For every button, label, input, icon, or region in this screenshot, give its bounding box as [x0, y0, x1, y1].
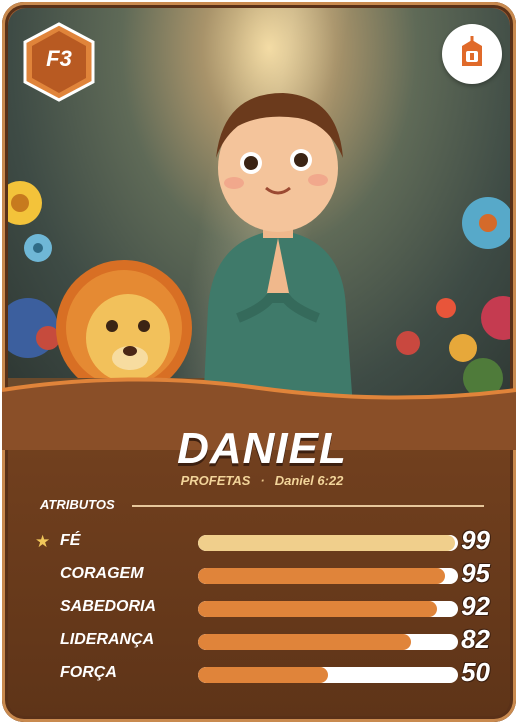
attribute-bar — [198, 568, 458, 584]
character-category: PROFETAS — [180, 473, 251, 488]
character-card[interactable]: F3 DANIEL PROFETAS · Daniel 6:22 ATRIBUTOS… — [2, 2, 516, 722]
attribute-label: LIDERANÇA — [60, 631, 155, 648]
attribute-row-fe: ★ FÉ 99 — [2, 525, 516, 560]
attribute-row-sabedoria: SABEDORIA 92 — [2, 591, 516, 626]
bible-reference: Daniel 6:22 — [274, 473, 344, 488]
attribute-label: FORÇA — [60, 664, 117, 681]
attribute-value: 50 — [461, 657, 490, 687]
attribute-row-lideranca: LIDERANÇA 82 — [2, 624, 516, 659]
attribute-label: FÉ — [60, 532, 81, 549]
attribute-bar — [198, 535, 458, 551]
attribute-bar-fill — [198, 667, 328, 683]
subtitle-separator: · — [260, 473, 265, 488]
daniel-illustration — [203, 93, 353, 408]
attributes-heading: ATRIBUTOS — [40, 497, 115, 512]
attribute-label: CORAGEM — [60, 565, 144, 582]
rarity-badge-label: F3 — [46, 46, 72, 71]
attribute-bar — [198, 601, 458, 617]
star-icon: ★ — [35, 532, 51, 551]
attribute-bar — [198, 667, 458, 683]
attribute-bar-fill — [198, 535, 456, 551]
attribute-value: 92 — [461, 591, 490, 621]
attribute-value: 82 — [461, 624, 490, 654]
attribute-bar-fill — [198, 634, 412, 650]
emblem-button[interactable] — [442, 24, 502, 84]
attribute-bar-fill — [198, 601, 438, 617]
attribute-value: 95 — [461, 558, 490, 588]
attribute-label: SABEDORIA — [60, 598, 157, 615]
attribute-row-coragem: CORAGEM 95 — [2, 558, 516, 593]
flower-decoration — [396, 197, 510, 398]
attributes-divider — [132, 505, 484, 507]
attribute-bar — [198, 634, 458, 650]
attribute-row-forca: FORÇA 50 — [2, 657, 516, 692]
attribute-bar-fill — [198, 568, 445, 584]
attribute-value: 99 — [461, 525, 490, 555]
character-subtitle: PROFETAS · Daniel 6:22 — [2, 473, 516, 488]
church-emblem-icon — [462, 36, 482, 66]
flower-decoration — [8, 181, 60, 358]
character-name: DANIEL — [177, 424, 347, 473]
